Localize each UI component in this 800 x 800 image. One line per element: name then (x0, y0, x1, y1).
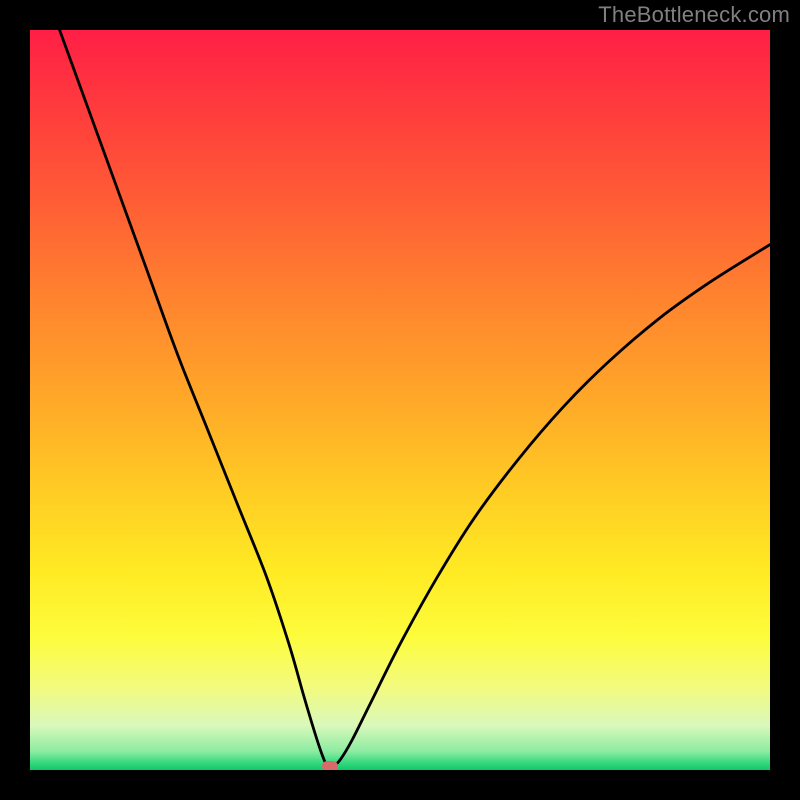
chart-frame: TheBottleneck.com (0, 0, 800, 800)
watermark-text: TheBottleneck.com (598, 2, 790, 28)
plot-area (30, 30, 770, 770)
bottleneck-curve (30, 30, 770, 770)
minimum-marker (322, 761, 338, 770)
